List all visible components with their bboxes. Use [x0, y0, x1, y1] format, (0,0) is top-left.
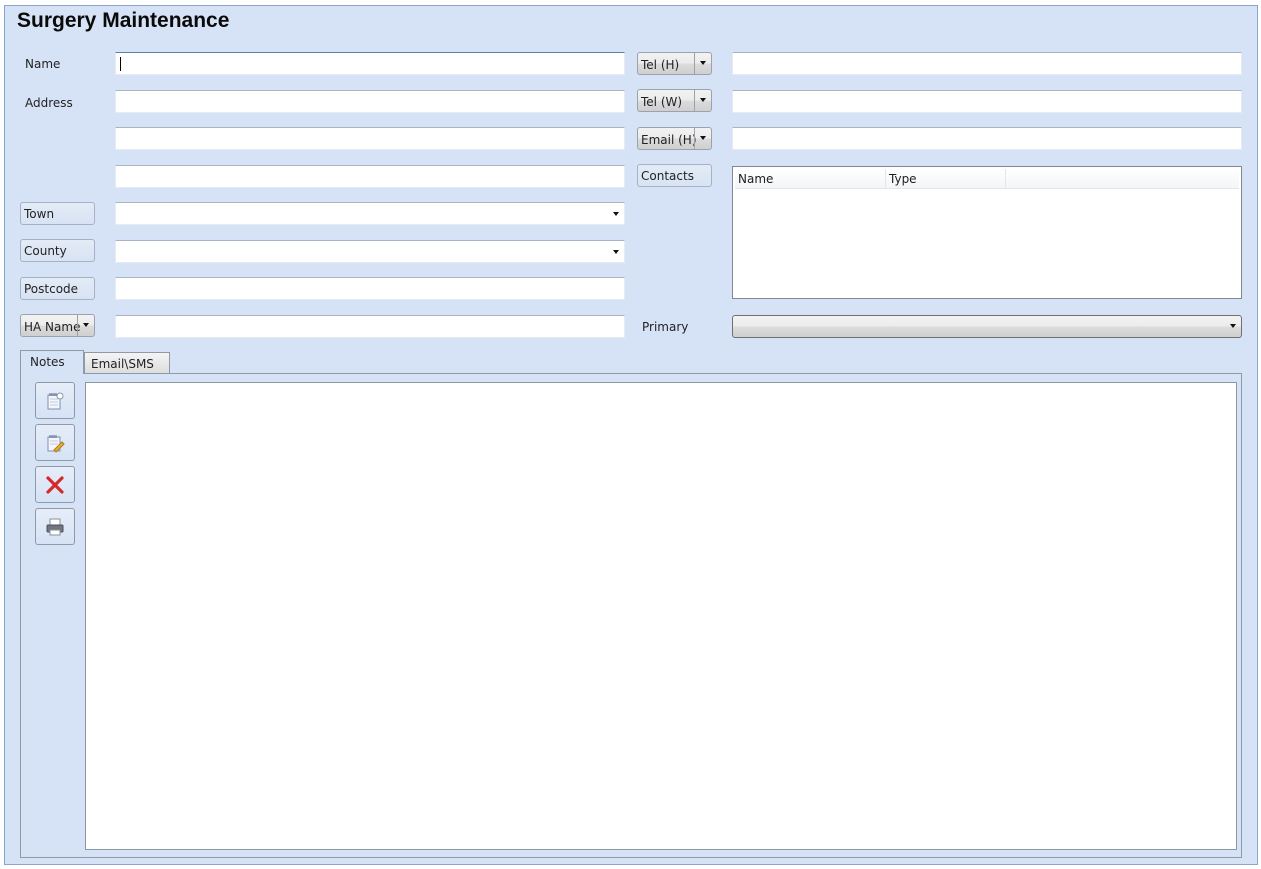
town-combo[interactable]: [115, 202, 625, 225]
chevron-down-icon: [83, 323, 89, 327]
address-line3-input[interactable]: [115, 165, 625, 188]
county-combo[interactable]: [115, 240, 625, 263]
notes-textarea[interactable]: [85, 382, 1237, 850]
contacts-label-button[interactable]: Contacts: [637, 164, 712, 187]
primary-combo[interactable]: [732, 315, 1242, 338]
tel-h-input[interactable]: [732, 52, 1242, 75]
delete-icon: [46, 475, 64, 494]
chevron-down-icon: [613, 250, 619, 254]
email-h-label: Email (H): [641, 133, 697, 147]
address-line2-input[interactable]: [115, 127, 625, 150]
edit-note-icon: [47, 434, 65, 453]
address-label: Address: [25, 96, 73, 110]
ha-name-input[interactable]: [115, 315, 625, 338]
ha-name-label: HA Name: [24, 320, 81, 334]
delete-note-button[interactable]: [35, 466, 75, 503]
contacts-list-header: Name Type: [735, 169, 1239, 189]
tel-h-label: Tel (H): [641, 58, 680, 72]
ha-name-dropdown-button[interactable]: [77, 315, 94, 336]
email-h-split-button[interactable]: Email (H): [637, 127, 712, 150]
name-input[interactable]: [115, 52, 625, 75]
address-line1-input[interactable]: [115, 90, 625, 113]
tab-email-sms[interactable]: Email\SMS: [84, 352, 170, 374]
contacts-list[interactable]: Name Type: [732, 166, 1242, 299]
town-label-button[interactable]: Town: [20, 202, 95, 225]
tel-w-input[interactable]: [732, 90, 1242, 113]
print-icon: [46, 518, 64, 535]
tel-w-label: Tel (W): [641, 95, 683, 109]
chevron-down-icon: [1230, 324, 1236, 328]
column-header-name[interactable]: Name: [735, 169, 886, 189]
tel-w-dropdown-button[interactable]: [694, 90, 711, 111]
text-caret: [120, 57, 121, 71]
new-note-icon: [47, 392, 64, 409]
tab-notes[interactable]: Notes: [20, 350, 84, 374]
tel-w-split-button[interactable]: Tel (W): [637, 89, 712, 112]
chevron-down-icon: [700, 136, 706, 140]
email-h-dropdown-button[interactable]: [694, 128, 711, 149]
chevron-down-icon: [700, 98, 706, 102]
chevron-down-icon: [613, 212, 619, 216]
new-note-button[interactable]: [35, 382, 75, 419]
county-label-button[interactable]: County: [20, 239, 95, 262]
postcode-label-button[interactable]: Postcode: [20, 277, 95, 300]
postcode-input[interactable]: [115, 277, 625, 300]
edit-note-button[interactable]: [35, 424, 75, 461]
page-title: Surgery Maintenance: [17, 9, 230, 32]
chevron-down-icon: [700, 61, 706, 65]
primary-label: Primary: [642, 320, 689, 334]
column-header-type[interactable]: Type: [886, 169, 1006, 189]
print-note-button[interactable]: [35, 508, 75, 545]
name-label: Name: [25, 57, 61, 71]
email-h-input[interactable]: [732, 127, 1242, 150]
ha-name-split-button[interactable]: HA Name: [20, 314, 95, 337]
tel-h-dropdown-button[interactable]: [694, 53, 711, 74]
tel-h-split-button[interactable]: Tel (H): [637, 52, 712, 75]
